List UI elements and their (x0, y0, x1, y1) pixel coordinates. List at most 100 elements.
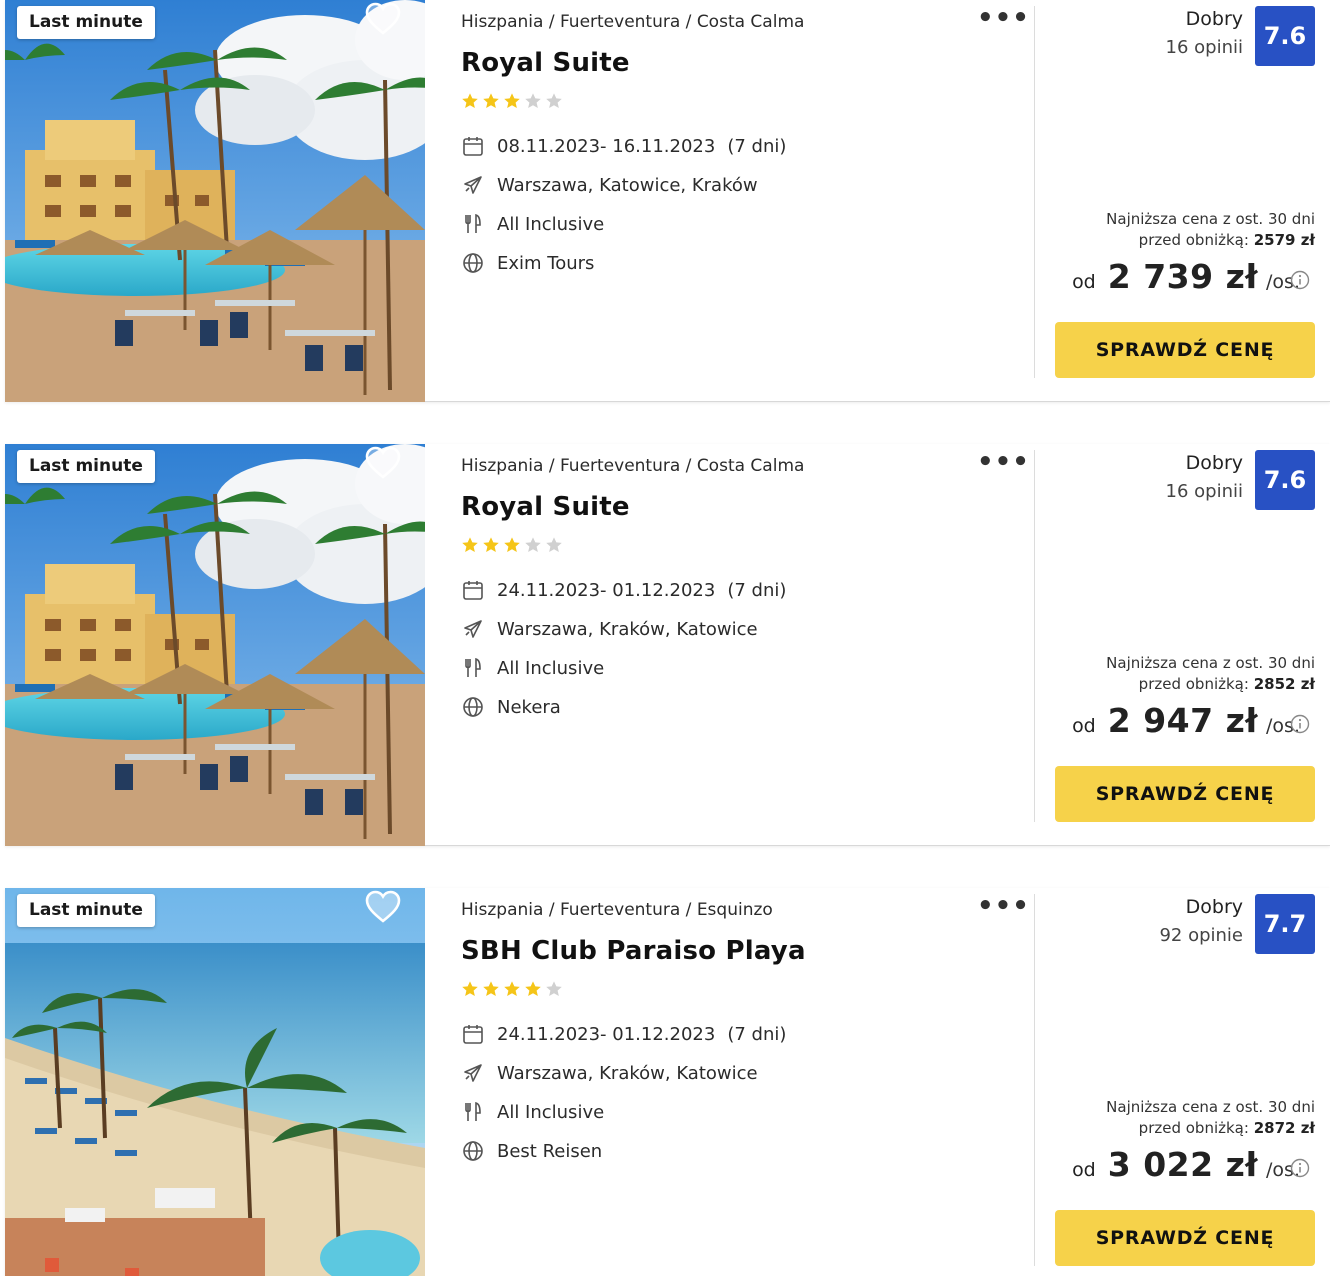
globe-icon (461, 1139, 485, 1163)
date-row: 08.11.2023- 16.11.2023 (7 dni) (461, 134, 786, 158)
pool-resort-photo (5, 0, 425, 402)
calendar-icon (461, 578, 485, 602)
hotel-name[interactable]: Royal Suite (461, 492, 630, 522)
price: od 2 739 zł /os. (1072, 257, 1300, 296)
tour-operator: Best Reisen (497, 1140, 603, 1162)
score-badge: 7.6 (1255, 6, 1315, 66)
more-dots-icon[interactable]: ••• (977, 893, 1030, 919)
review-count[interactable]: 92 opinie (1159, 925, 1243, 946)
tour-operator: Nekera (497, 696, 561, 718)
check-price-button[interactable]: SPRAWDŹ CENĘ (1055, 766, 1315, 822)
lowest-price-note: Najniższa cena z ost. 30 dni (1106, 1098, 1315, 1116)
departure-row: Warszawa, Kraków, Katowice (461, 1061, 758, 1085)
more-dots-icon[interactable]: ••• (977, 449, 1030, 475)
star-icon (525, 93, 541, 109)
price: od 3 022 zł /os. (1072, 1145, 1300, 1184)
price-prefix: od (1072, 1159, 1096, 1181)
star-icon (462, 981, 478, 997)
travel-dates: 24.11.2023- 01.12.2023 (497, 579, 716, 601)
lowest-price-value: 2579 zł (1253, 231, 1315, 249)
lowest-price-before-discount: przed obniżką: 2579 zł (1138, 231, 1315, 249)
check-price-button[interactable]: SPRAWDŹ CENĘ (1055, 1210, 1315, 1266)
info-icon[interactable] (1290, 270, 1310, 290)
trip-duration: (7 dni) (727, 579, 787, 601)
check-price-button[interactable]: SPRAWDŹ CENĘ (1055, 322, 1315, 378)
rating-label: Dobry (1185, 452, 1243, 474)
offer-card[interactable]: Last minute Hiszpania / Fuerteventura / … (5, 0, 1330, 402)
divider (1034, 6, 1035, 378)
star-icon (546, 93, 562, 109)
date-row: 24.11.2023- 01.12.2023 (7 dni) (461, 578, 786, 602)
offer-details: Hiszpania / Fuerteventura / Costa Calma … (461, 444, 1031, 846)
price-amount: 3 022 zł (1107, 1145, 1259, 1184)
board-row: All Inclusive (461, 1100, 604, 1124)
globe-icon (461, 695, 485, 719)
beach-resort-photo (5, 888, 425, 1276)
heart-icon[interactable] (365, 2, 401, 36)
trip-duration: (7 dni) (727, 135, 787, 157)
breadcrumb[interactable]: Hiszpania / Fuerteventura / Costa Calma (461, 12, 804, 32)
hotel-photo[interactable] (5, 444, 425, 846)
offer-card[interactable]: Last minute Hiszpania / Fuerteventura / … (5, 888, 1330, 1276)
operator-row: Exim Tours (461, 251, 594, 275)
star-icon (504, 981, 520, 997)
lowest-price-before-discount: przed obniżką: 2852 zł (1138, 675, 1315, 693)
heart-icon[interactable] (365, 890, 401, 924)
last-minute-badge: Last minute (17, 894, 155, 927)
heart-icon[interactable] (365, 446, 401, 480)
review-count[interactable]: 16 opinii (1166, 37, 1243, 58)
pool-resort-photo (5, 444, 425, 846)
cutlery-icon (461, 1100, 485, 1124)
lowest-price-before-discount: przed obniżką: 2872 zł (1138, 1119, 1315, 1137)
trip-duration: (7 dni) (727, 1023, 787, 1045)
travel-dates: 08.11.2023- 16.11.2023 (497, 135, 716, 157)
cutlery-icon (461, 212, 485, 236)
offer-details: Hiszpania / Fuerteventura / Costa Calma … (461, 0, 1031, 402)
last-minute-badge: Last minute (17, 450, 155, 483)
lowest-price-value: 2872 zł (1253, 1119, 1315, 1137)
star-rating (461, 92, 563, 110)
breadcrumb[interactable]: Hiszpania / Fuerteventura / Esquinzo (461, 900, 773, 920)
operator-row: Nekera (461, 695, 561, 719)
board-type: All Inclusive (497, 213, 605, 235)
info-icon[interactable] (1290, 714, 1310, 734)
hotel-name[interactable]: SBH Club Paraiso Playa (461, 936, 806, 966)
price-prefix: od (1072, 715, 1096, 737)
star-icon (504, 537, 520, 553)
price-amount: 2 739 zł (1107, 257, 1259, 296)
lowest-price-note: Najniższa cena z ost. 30 dni (1106, 210, 1315, 228)
star-icon (546, 537, 562, 553)
departure-cities: Warszawa, Katowice, Kraków (497, 174, 758, 196)
board-row: All Inclusive (461, 212, 604, 236)
departure-cities: Warszawa, Kraków, Katowice (497, 1062, 758, 1084)
star-icon (525, 981, 541, 997)
calendar-icon (461, 1022, 485, 1046)
score-badge: 7.7 (1255, 894, 1315, 954)
offer-details: Hiszpania / Fuerteventura / Esquinzo •••… (461, 888, 1031, 1276)
hotel-photo[interactable] (5, 0, 425, 402)
travel-dates: 24.11.2023- 01.12.2023 (497, 1023, 716, 1045)
star-icon (483, 93, 499, 109)
date-row: 24.11.2023- 01.12.2023 (7 dni) (461, 1022, 786, 1046)
hotel-photo[interactable] (5, 888, 425, 1276)
rating-label: Dobry (1185, 8, 1243, 30)
more-dots-icon[interactable]: ••• (977, 5, 1030, 31)
plane-icon (461, 617, 485, 641)
board-type: All Inclusive (497, 657, 605, 679)
lowest-price-value: 2852 zł (1253, 675, 1315, 693)
star-icon (483, 981, 499, 997)
review-count[interactable]: 16 opinii (1166, 481, 1243, 502)
star-icon (462, 537, 478, 553)
offer-card[interactable]: Last minute Hiszpania / Fuerteventura / … (5, 444, 1330, 846)
board-row: All Inclusive (461, 656, 604, 680)
score-badge: 7.6 (1255, 450, 1315, 510)
hotel-name[interactable]: Royal Suite (461, 48, 630, 78)
breadcrumb[interactable]: Hiszpania / Fuerteventura / Costa Calma (461, 456, 804, 476)
star-icon (483, 537, 499, 553)
plane-icon (461, 173, 485, 197)
rating-label: Dobry (1185, 896, 1243, 918)
calendar-icon (461, 134, 485, 158)
departure-cities: Warszawa, Kraków, Katowice (497, 618, 758, 640)
info-icon[interactable] (1290, 1158, 1310, 1178)
price: od 2 947 zł /os. (1072, 701, 1300, 740)
